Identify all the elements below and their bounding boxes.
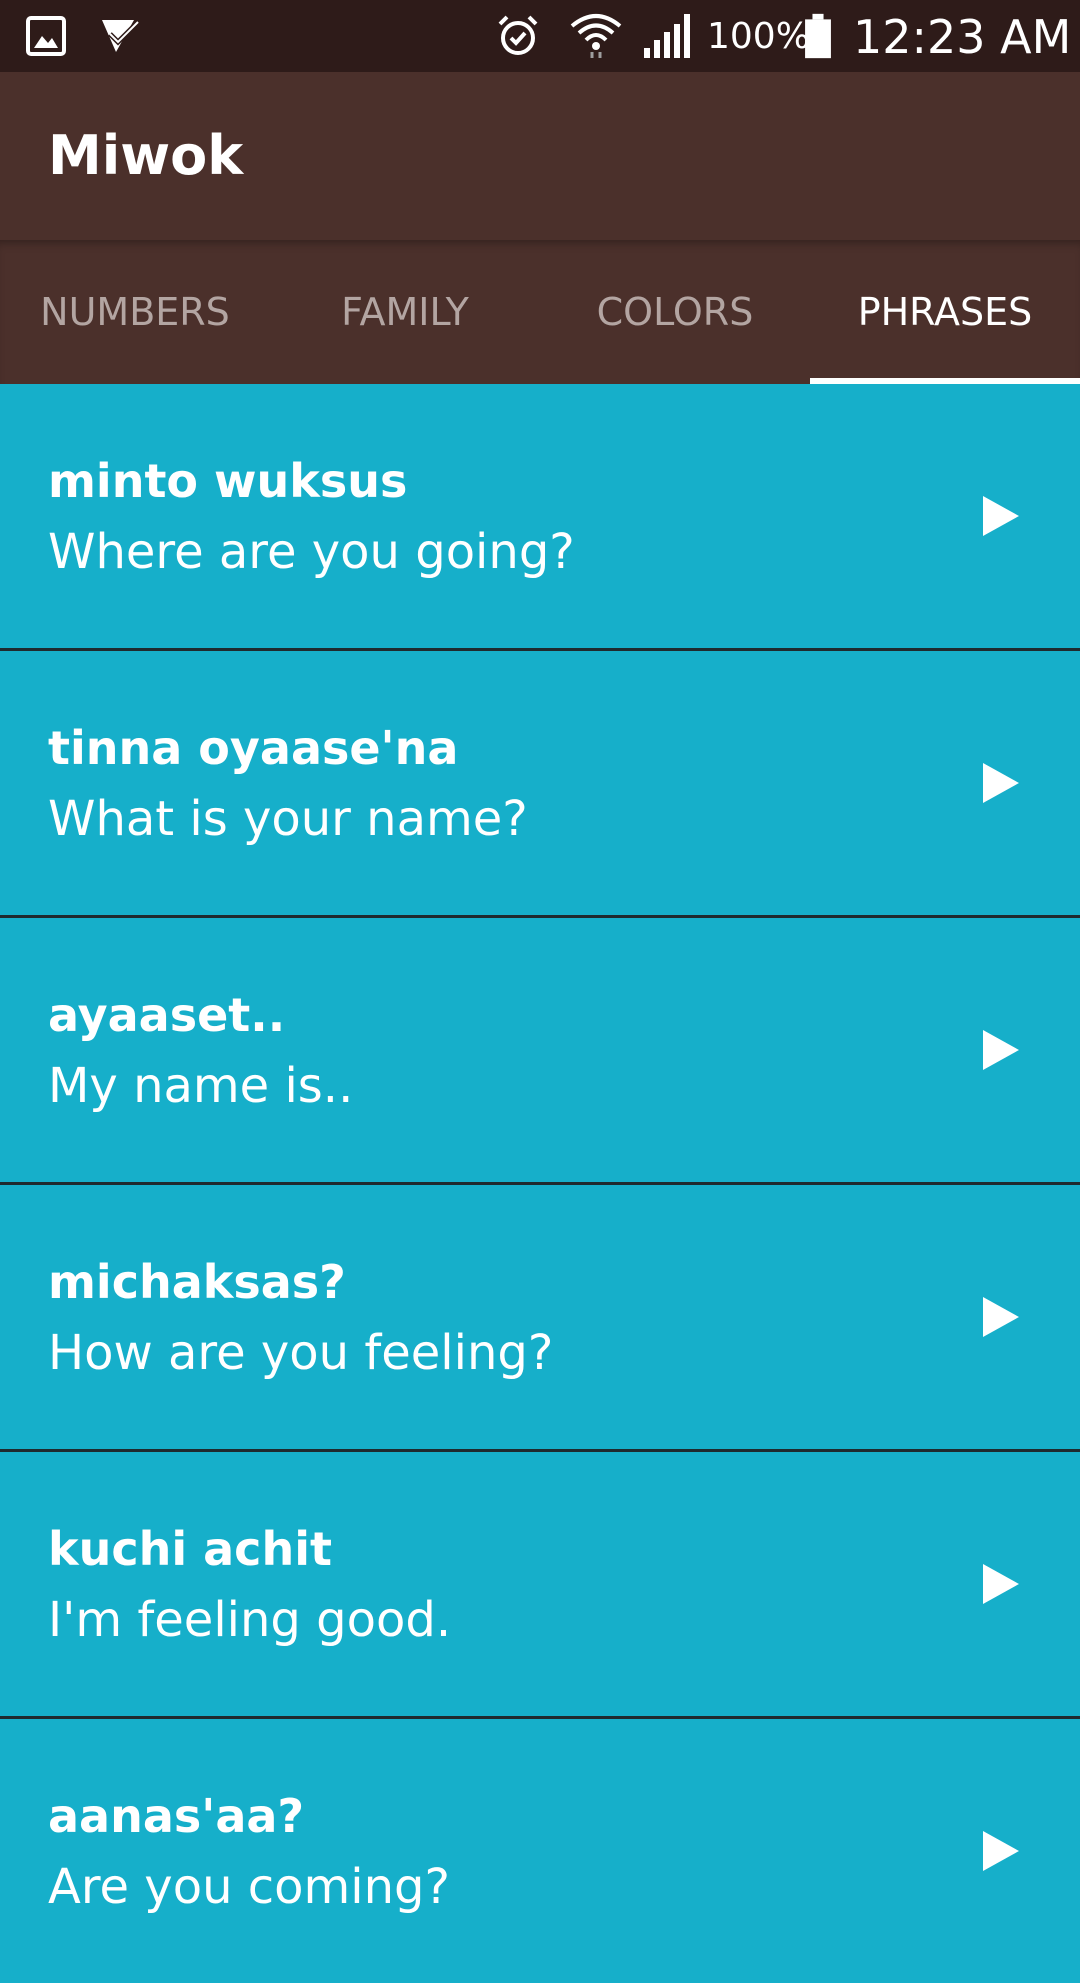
signal-icon bbox=[644, 14, 690, 58]
english-text: How are you feeling? bbox=[48, 1325, 554, 1381]
gallery-icon bbox=[26, 16, 66, 56]
tab-phrases[interactable]: PHRASES bbox=[810, 240, 1080, 384]
list-item[interactable]: aanas'aa? Are you coming? bbox=[0, 1719, 1080, 1983]
play-icon[interactable] bbox=[975, 492, 1023, 540]
tab-numbers[interactable]: NUMBERS bbox=[0, 240, 270, 384]
battery-percent: 100% bbox=[707, 16, 810, 57]
play-icon[interactable] bbox=[975, 1560, 1023, 1608]
list-item[interactable]: michaksas? How are you feeling? bbox=[0, 1185, 1080, 1452]
wifi-icon bbox=[570, 14, 622, 58]
list-item[interactable]: kuchi achit I'm feeling good. bbox=[0, 1452, 1080, 1719]
miwok-text: tinna oyaase'na bbox=[48, 721, 459, 775]
list-item[interactable]: tinna oyaase'na What is your name? bbox=[0, 651, 1080, 918]
battery-icon bbox=[805, 13, 831, 59]
play-icon[interactable] bbox=[975, 1293, 1023, 1341]
tab-family[interactable]: FAMILY bbox=[270, 240, 540, 384]
tab-bar: NUMBERS FAMILY COLORS PHRASES bbox=[0, 240, 1080, 384]
english-text: My name is.. bbox=[48, 1058, 354, 1114]
clock-time: 12:23 AM bbox=[853, 10, 1072, 64]
miwok-text: kuchi achit bbox=[48, 1522, 332, 1576]
miwok-text: michaksas? bbox=[48, 1255, 346, 1309]
alarm-icon bbox=[498, 15, 538, 55]
task-check-icon bbox=[102, 20, 140, 52]
app-title: Miwok bbox=[48, 124, 244, 187]
play-icon[interactable] bbox=[975, 759, 1023, 807]
miwok-text: aanas'aa? bbox=[48, 1789, 305, 1843]
english-text: What is your name? bbox=[48, 791, 528, 847]
miwok-text: minto wuksus bbox=[48, 454, 408, 508]
app-bar: Miwok bbox=[0, 72, 1080, 240]
miwok-text: ayaaset.. bbox=[48, 988, 286, 1042]
english-text: Where are you going? bbox=[48, 524, 575, 580]
play-icon[interactable] bbox=[975, 1026, 1023, 1074]
tab-colors[interactable]: COLORS bbox=[540, 240, 810, 384]
english-text: I'm feeling good. bbox=[48, 1592, 452, 1648]
list-item[interactable]: ayaaset.. My name is.. bbox=[0, 918, 1080, 1185]
english-text: Are you coming? bbox=[48, 1859, 450, 1915]
list-item[interactable]: minto wuksus Where are you going? bbox=[0, 384, 1080, 651]
status-bar: 100% 12:23 AM bbox=[0, 0, 1080, 72]
play-icon[interactable] bbox=[975, 1827, 1023, 1875]
